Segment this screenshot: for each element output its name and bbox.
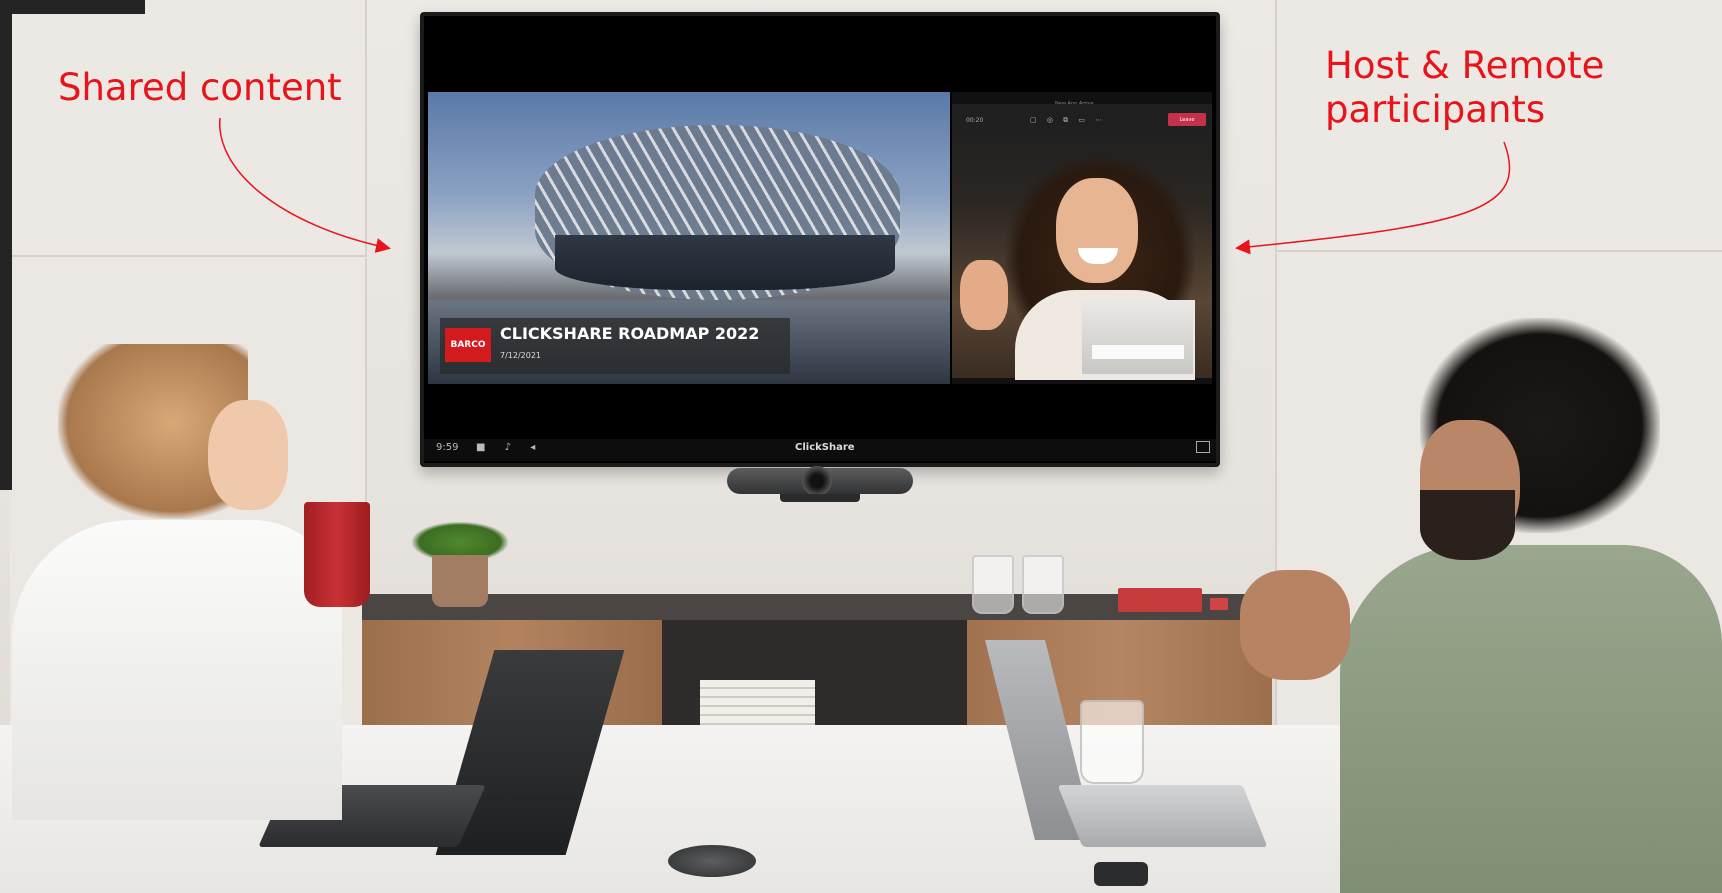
water-glass <box>1080 700 1144 784</box>
self-view-table <box>1092 345 1184 359</box>
barco-logo: BARCO <box>445 328 491 362</box>
display-clock: 9:59 <box>436 442 459 453</box>
woman-shirt <box>12 520 342 820</box>
drinking-glass <box>972 555 1014 614</box>
woman-face <box>208 400 288 510</box>
annotation-participants: Host & Remote participants <box>1325 44 1605 131</box>
acoustic-panel-left-upper <box>10 0 367 257</box>
red-mug <box>304 502 370 607</box>
plant-pot <box>432 555 488 607</box>
leave-button[interactable]: Leave <box>1168 113 1206 126</box>
laptop-right-keyboard <box>1057 785 1268 847</box>
participant-waving-hand <box>960 260 1008 330</box>
camera-mic-speaker-icon[interactable]: ■ ♪ ◂ <box>476 442 543 453</box>
drinking-glass <box>1022 555 1064 614</box>
clickshare-button <box>1094 862 1148 886</box>
meeting-controls[interactable]: ▢ ◎ ⧉ ▭ ⋯ <box>1030 116 1106 125</box>
dark-left-edge <box>0 0 12 490</box>
red-notebook <box>1118 588 1202 612</box>
cast-icon[interactable] <box>1196 441 1210 453</box>
camera-lens <box>802 466 832 496</box>
slide-building-base <box>555 235 895 290</box>
camera-mount <box>780 494 860 502</box>
red-item <box>1210 598 1228 610</box>
annotation-shared-content: Shared content <box>58 66 342 109</box>
slide-date: 7/12/2021 <box>500 351 542 360</box>
man-beard <box>1420 490 1515 560</box>
books-stack <box>700 680 815 728</box>
speakerphone <box>668 845 756 877</box>
man-clasped-hands <box>1240 570 1350 680</box>
dark-top-corner <box>0 0 145 14</box>
man-shirt <box>1340 545 1722 893</box>
room-self-view <box>1080 300 1195 376</box>
clickshare-label: ClickShare <box>795 442 855 453</box>
meeting-elapsed-time: 00:20 <box>966 117 984 124</box>
participant-face <box>1056 178 1138 283</box>
slide-title: CLICKSHARE ROADMAP 2022 <box>500 324 760 343</box>
